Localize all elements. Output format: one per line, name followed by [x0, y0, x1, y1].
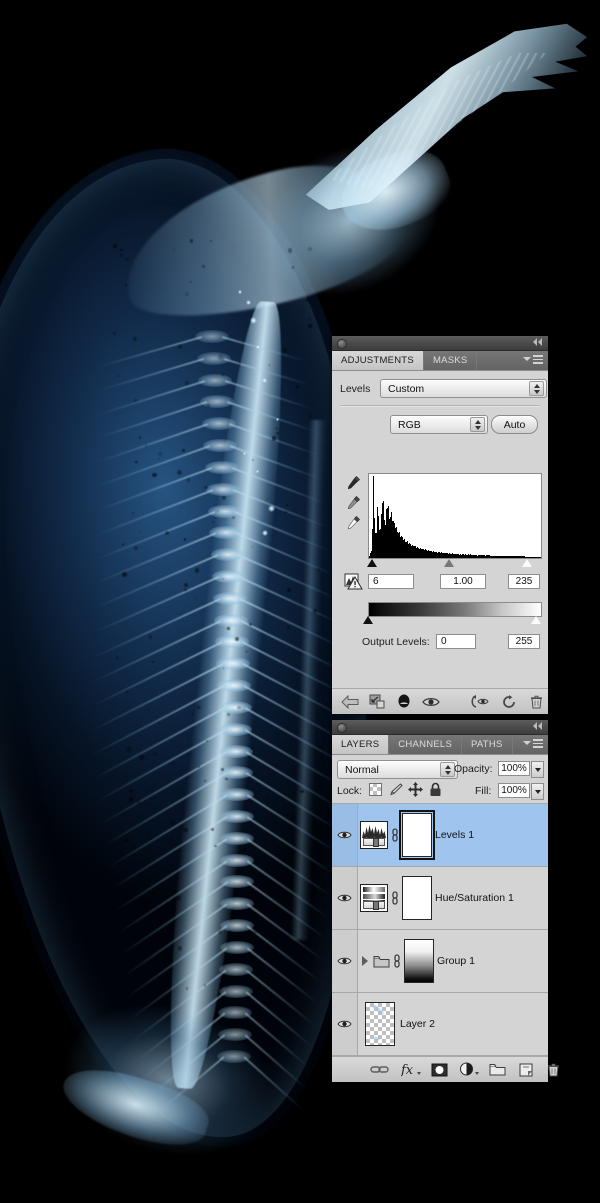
tab-masks[interactable]: MASKS: [424, 351, 478, 370]
table-row[interactable]: Group 1: [332, 930, 548, 993]
svg-text:fx: fx: [401, 1063, 414, 1077]
reset-adjustment-icon[interactable]: [502, 695, 516, 709]
expand-group-icon[interactable]: [358, 956, 371, 966]
layer-thumbnail[interactable]: [358, 884, 390, 912]
lock-all-icon[interactable]: [429, 782, 442, 802]
link-mask-icon[interactable]: [390, 827, 399, 843]
layer-thumbnail[interactable]: [358, 821, 390, 849]
input-highlight-slider[interactable]: [522, 559, 532, 567]
adjustments-tabstrip: ADJUSTMENTS MASKS: [332, 351, 548, 371]
return-to-adjustment-list-icon[interactable]: [341, 695, 359, 709]
delete-adjustment-layer-icon[interactable]: [530, 695, 543, 709]
toggle-layer-visibility-icon[interactable]: [332, 804, 358, 866]
adjustments-panel: ADJUSTMENTS MASKS Levels Custom RGB Auto: [332, 336, 548, 712]
table-row[interactable]: Levels 1: [332, 804, 548, 867]
layers-titlebar[interactable]: [332, 720, 548, 735]
fill-dropdown-arrow[interactable]: [531, 783, 544, 800]
layer-name: Hue/Saturation 1: [435, 892, 514, 904]
layer-mask-thumbnail[interactable]: [399, 813, 435, 857]
adjustment-affects-icon[interactable]: [397, 694, 411, 709]
layers-panel: LAYERS CHANNELS PATHS Normal Opacity: 10…: [332, 720, 548, 1080]
layer-mask-thumbnail[interactable]: [401, 939, 437, 983]
layer-thumbnail[interactable]: [362, 1002, 398, 1046]
layers-footer: fx: [332, 1056, 548, 1082]
opacity-label: Opacity:: [454, 763, 493, 775]
folder-icon: [371, 955, 392, 968]
clip-to-layer-icon[interactable]: [369, 694, 386, 709]
opacity-field[interactable]: 100%: [498, 761, 530, 776]
preset-stepper[interactable]: [529, 381, 544, 396]
layer-name: Group 1: [437, 955, 475, 967]
output-black-field[interactable]: 0: [436, 634, 476, 649]
output-levels-label: Output Levels:: [362, 636, 430, 648]
clipping-warning-icon[interactable]: [344, 573, 364, 590]
blend-mode-select[interactable]: Normal: [337, 760, 458, 779]
output-levels-gradient: [368, 602, 542, 617]
new-layer-icon[interactable]: [519, 1063, 533, 1077]
layer-name: Levels 1: [435, 829, 474, 841]
set-gray-point-eyedropper[interactable]: [346, 495, 361, 510]
panel-menu-icon[interactable]: [523, 739, 543, 748]
toggle-layer-visibility-icon[interactable]: [332, 993, 358, 1055]
channel-select[interactable]: RGB: [390, 415, 488, 434]
input-shadow-slider[interactable]: [367, 559, 377, 567]
output-white-field[interactable]: 255: [508, 634, 540, 649]
layer-name: Layer 2: [400, 1018, 435, 1030]
adjustments-footer: [332, 688, 548, 714]
input-midtone-slider[interactable]: [444, 559, 454, 567]
lock-transparent-pixels-icon[interactable]: [369, 783, 382, 796]
levels-histogram: [368, 473, 542, 559]
lock-image-pixels-icon[interactable]: [389, 783, 403, 801]
output-black-slider[interactable]: [363, 616, 373, 624]
delete-layer-icon[interactable]: [547, 1063, 560, 1077]
table-row[interactable]: Layer 2: [332, 993, 548, 1056]
set-white-point-eyedropper[interactable]: [346, 515, 361, 530]
link-layers-icon[interactable]: [370, 1064, 389, 1075]
panel-grip-dot: [337, 339, 347, 349]
panel-grip-dot: [337, 723, 347, 733]
output-white-slider[interactable]: [531, 616, 541, 624]
blend-mode-value: Normal: [345, 764, 379, 776]
blend-mode-stepper[interactable]: [440, 762, 455, 777]
auto-button[interactable]: Auto: [491, 415, 538, 434]
collapse-to-icons-button[interactable]: [533, 338, 542, 346]
tab-paths[interactable]: PATHS: [462, 735, 513, 754]
layer-style-fx-icon[interactable]: fx: [401, 1062, 421, 1077]
fill-label: Fill:: [475, 785, 491, 797]
toggle-layer-visibility-icon[interactable]: [332, 930, 358, 992]
tab-channels[interactable]: CHANNELS: [389, 735, 462, 754]
levels-preset-value: Custom: [388, 383, 424, 395]
layer-mask-thumbnail[interactable]: [399, 876, 435, 920]
new-group-icon[interactable]: [489, 1063, 506, 1076]
layer-list[interactable]: Levels 1 Hue/Saturation 1 Group 1 Layer …: [332, 803, 548, 1057]
toggle-layer-visibility-icon[interactable]: [332, 867, 358, 929]
new-fill-adjustment-layer-icon[interactable]: [459, 1062, 479, 1077]
adjustments-titlebar[interactable]: [332, 336, 548, 351]
layers-tabstrip: LAYERS CHANNELS PATHS: [332, 735, 548, 755]
table-row[interactable]: Hue/Saturation 1: [332, 867, 548, 930]
opacity-dropdown-arrow[interactable]: [531, 761, 544, 778]
preview-previous-state-icon[interactable]: [470, 695, 489, 708]
lock-position-icon[interactable]: [408, 782, 423, 802]
channel-value: RGB: [398, 419, 421, 431]
input-midtone-field[interactable]: 1.00: [440, 574, 486, 589]
collapse-to-icons-button[interactable]: [533, 722, 542, 730]
link-mask-icon[interactable]: [390, 890, 399, 906]
adjustment-type-label: Levels: [340, 383, 370, 395]
input-shadow-field[interactable]: 6: [368, 574, 414, 589]
toggle-layer-visibility-icon[interactable]: [422, 696, 440, 708]
channel-stepper[interactable]: [470, 417, 485, 432]
set-black-point-eyedropper[interactable]: [346, 475, 361, 490]
link-mask-icon[interactable]: [392, 953, 401, 969]
tab-layers[interactable]: LAYERS: [332, 735, 389, 754]
levels-preset-select[interactable]: Custom: [380, 379, 547, 398]
divider: [340, 405, 540, 407]
panel-menu-icon[interactable]: [523, 355, 543, 364]
tab-adjustments[interactable]: ADJUSTMENTS: [332, 351, 424, 370]
input-highlight-field[interactable]: 235: [508, 574, 540, 589]
fill-field[interactable]: 100%: [498, 783, 530, 798]
lock-label: Lock:: [337, 785, 362, 797]
add-layer-mask-icon[interactable]: [431, 1063, 448, 1077]
